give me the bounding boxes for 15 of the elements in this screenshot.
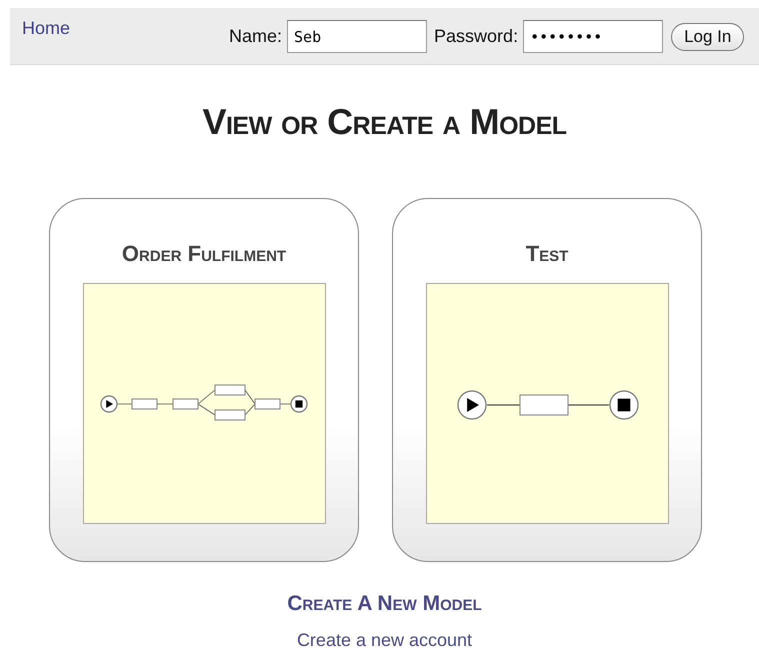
create-model-link[interactable]: Create A New Model xyxy=(287,592,482,616)
home-link[interactable]: Home xyxy=(22,18,70,39)
model-title[interactable]: Test xyxy=(526,241,568,267)
name-label: Name: xyxy=(229,26,282,47)
create-account-link[interactable]: Create a new account xyxy=(296,630,472,651)
model-thumbnail[interactable] xyxy=(82,283,326,524)
password-field[interactable]: •••••••• xyxy=(523,20,664,53)
model-card[interactable]: Test xyxy=(392,198,702,562)
model-title[interactable]: Order Fulfilment xyxy=(122,241,286,267)
model-card[interactable]: Order Fulfilment xyxy=(49,198,359,562)
password-label: Password: xyxy=(434,26,518,47)
log-in-button[interactable]: Log In xyxy=(671,22,744,50)
model-thumbnail[interactable] xyxy=(426,283,668,524)
name-field[interactable]: Seb xyxy=(287,20,428,53)
page-title: View or Create a Model xyxy=(201,101,568,143)
